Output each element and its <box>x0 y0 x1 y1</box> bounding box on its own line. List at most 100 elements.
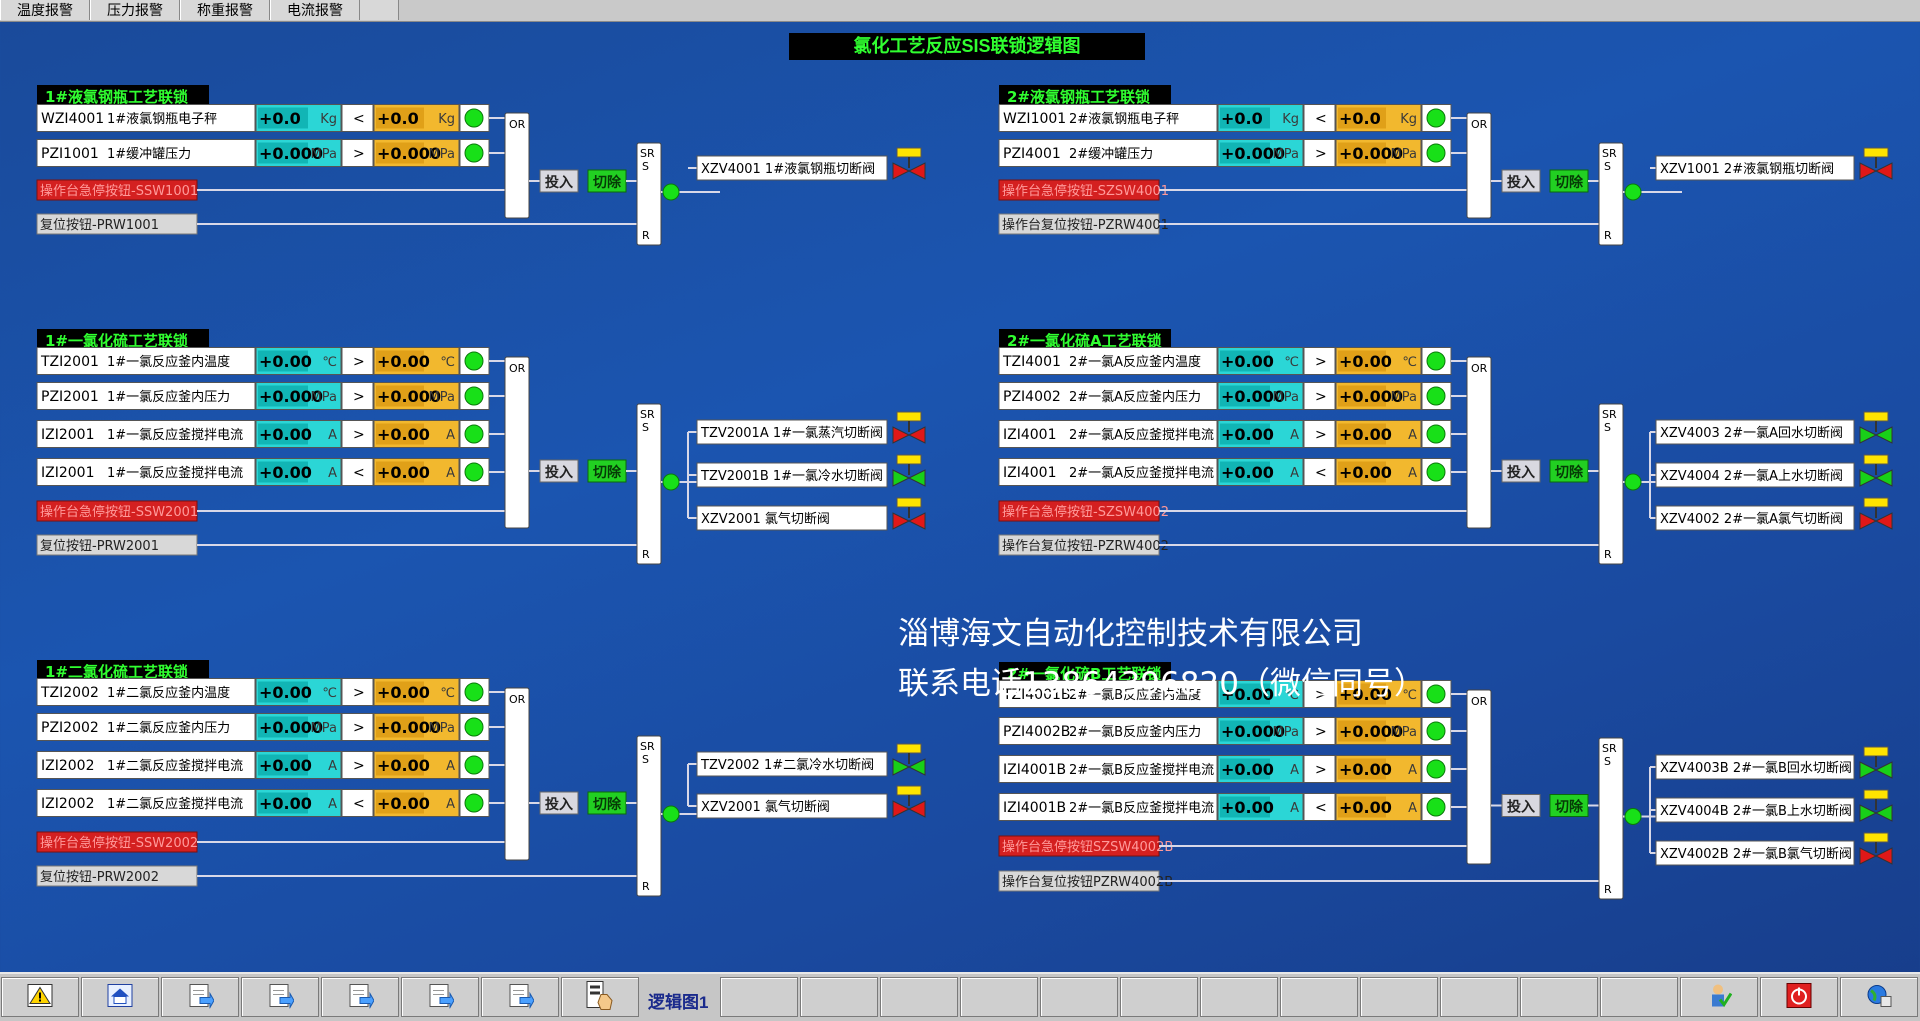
toolbar-blank-button[interactable] <box>1040 977 1118 1017</box>
valve-icon[interactable] <box>1859 746 1893 779</box>
toolbar-blank-button[interactable] <box>1520 977 1598 1017</box>
page-nav-button[interactable] <box>481 977 559 1017</box>
limit-unit: MPa <box>429 147 455 162</box>
sensor-row: PZI1001 1#缓冲罐压力 +0.000MPa > +0.000MPa <box>36 139 505 167</box>
limit-unit: Kg <box>438 112 455 127</box>
valve-actuator <box>896 497 922 508</box>
toolbar-blank-button[interactable] <box>960 977 1038 1017</box>
sensor-row: IZI2001 1#一氯反应釜搅拌电流 +0.00 A > +0.00 A <box>36 420 505 448</box>
toolbar-blank-button[interactable] <box>1280 977 1358 1017</box>
interlock-group-4: 2#一氯化硫A工艺联锁TZI4001 2#一氯A反应釜内温度 +0.00 ℃ > +0.0… <box>998 329 1893 565</box>
valve-body-right <box>1874 426 1893 444</box>
home-icon <box>107 984 133 1011</box>
status-led-icon <box>1426 108 1446 128</box>
output-led-icon <box>1624 808 1642 825</box>
valve-icon[interactable] <box>892 411 926 444</box>
value-unit: A <box>1290 801 1299 816</box>
status-led-icon <box>464 462 484 482</box>
tag-label: PZI4002B <box>1003 724 1070 740</box>
power-button[interactable] <box>1760 977 1838 1017</box>
value-text: +0.00 <box>1221 760 1274 779</box>
toolbar-blank-button[interactable] <box>880 977 958 1017</box>
valve-icon[interactable] <box>892 743 926 776</box>
valve-icon[interactable] <box>892 497 926 530</box>
limit-text: +0.0 <box>1339 109 1381 128</box>
limit-text: +0.00 <box>1339 352 1392 371</box>
page-nav-button[interactable] <box>241 977 319 1017</box>
value-unit: A <box>1290 763 1299 778</box>
value-unit: MPa <box>311 721 337 736</box>
value-text: +0.00 <box>259 794 312 813</box>
valve-icon[interactable] <box>892 147 926 180</box>
sr-label: SR <box>640 740 655 753</box>
status-led-icon <box>464 755 484 775</box>
status-led-icon <box>1426 759 1446 779</box>
toolbar-blank-button[interactable] <box>800 977 878 1017</box>
valve-actuator <box>896 411 922 422</box>
status-led-icon <box>464 682 484 702</box>
tag-description: 2#缓冲罐压力 <box>1069 147 1153 162</box>
home-button[interactable] <box>81 977 159 1017</box>
tag-label: IZI2001 <box>41 465 94 481</box>
compare-operator: > <box>1315 389 1327 405</box>
reset-label: 复位按钮-PRW1001 <box>40 218 159 233</box>
valve-icon[interactable] <box>1859 789 1893 822</box>
limit-text: +0.0 <box>377 109 419 128</box>
value-unit: A <box>1290 466 1299 481</box>
sr-latch-block <box>1598 737 1624 900</box>
valve-body-left <box>892 469 911 487</box>
valve-icon[interactable] <box>1859 411 1893 444</box>
compare-operator: < <box>1315 111 1327 127</box>
tag-description: 1#二氯反应釜搅拌电流 <box>107 796 243 812</box>
toolbar-blank-button[interactable] <box>1440 977 1518 1017</box>
status-led-icon <box>464 351 484 371</box>
limit-unit: A <box>1408 428 1417 443</box>
page-nav-button[interactable] <box>321 977 399 1017</box>
valve-icon[interactable] <box>892 454 926 487</box>
tag-label: TZI2001 <box>40 354 99 370</box>
user-check-button[interactable] <box>1680 977 1758 1017</box>
toolbar-blank-button[interactable] <box>1600 977 1678 1017</box>
valve-body-left <box>1859 847 1878 865</box>
valve-icon[interactable] <box>892 785 926 818</box>
value-text: +0.00 <box>1221 425 1274 444</box>
sr-label: SR <box>640 147 655 160</box>
or-gate-block <box>1466 356 1492 529</box>
limit-unit: MPa <box>1391 725 1417 740</box>
limit-unit: ℃ <box>440 355 455 370</box>
toolbar-blank-button[interactable] <box>1360 977 1438 1017</box>
enable-label: 投入 <box>1507 800 1535 816</box>
status-led-icon <box>464 143 484 163</box>
hand-select-icon <box>585 981 615 1014</box>
valve-icon[interactable] <box>1859 832 1893 865</box>
valve-label: XZV2001 氯气切断阀 <box>701 799 830 815</box>
globe-button[interactable] <box>1840 977 1918 1017</box>
valve-icon[interactable] <box>1859 497 1893 530</box>
or-gate-label: OR <box>509 693 526 706</box>
status-led-icon <box>1426 797 1446 817</box>
valve-body-right <box>1874 847 1893 865</box>
alarm-button[interactable] <box>1 977 79 1017</box>
valve-body-right <box>907 800 926 818</box>
tag-label: WZI4001 <box>41 111 104 127</box>
page-nav-button[interactable] <box>401 977 479 1017</box>
toolbar-blank-button[interactable] <box>720 977 798 1017</box>
sensor-row: IZI4001 2#一氯A反应釜搅拌电流 +0.00 A < +0.00 A <box>998 458 1467 486</box>
compare-operator: > <box>353 685 365 701</box>
page-nav-icon <box>346 983 375 1012</box>
status-led-icon <box>464 386 484 406</box>
toolbar-blank-button[interactable] <box>1200 977 1278 1017</box>
hand-select-button[interactable] <box>561 977 639 1017</box>
toolbar-blank-button[interactable] <box>1120 977 1198 1017</box>
tag-description: 2#一氯B反应釜内压力 <box>1069 724 1201 740</box>
valve-icon[interactable] <box>1859 454 1893 487</box>
s-label: S <box>642 160 649 173</box>
or-gate-label: OR <box>509 118 526 131</box>
value-unit: MPa <box>1273 725 1299 740</box>
limit-text: +0.00 <box>1339 425 1392 444</box>
page-nav-button[interactable] <box>161 977 239 1017</box>
limit-unit: A <box>1408 763 1417 778</box>
compare-operator: > <box>1315 724 1327 740</box>
s-label: S <box>642 753 649 766</box>
valve-icon[interactable] <box>1859 147 1893 180</box>
